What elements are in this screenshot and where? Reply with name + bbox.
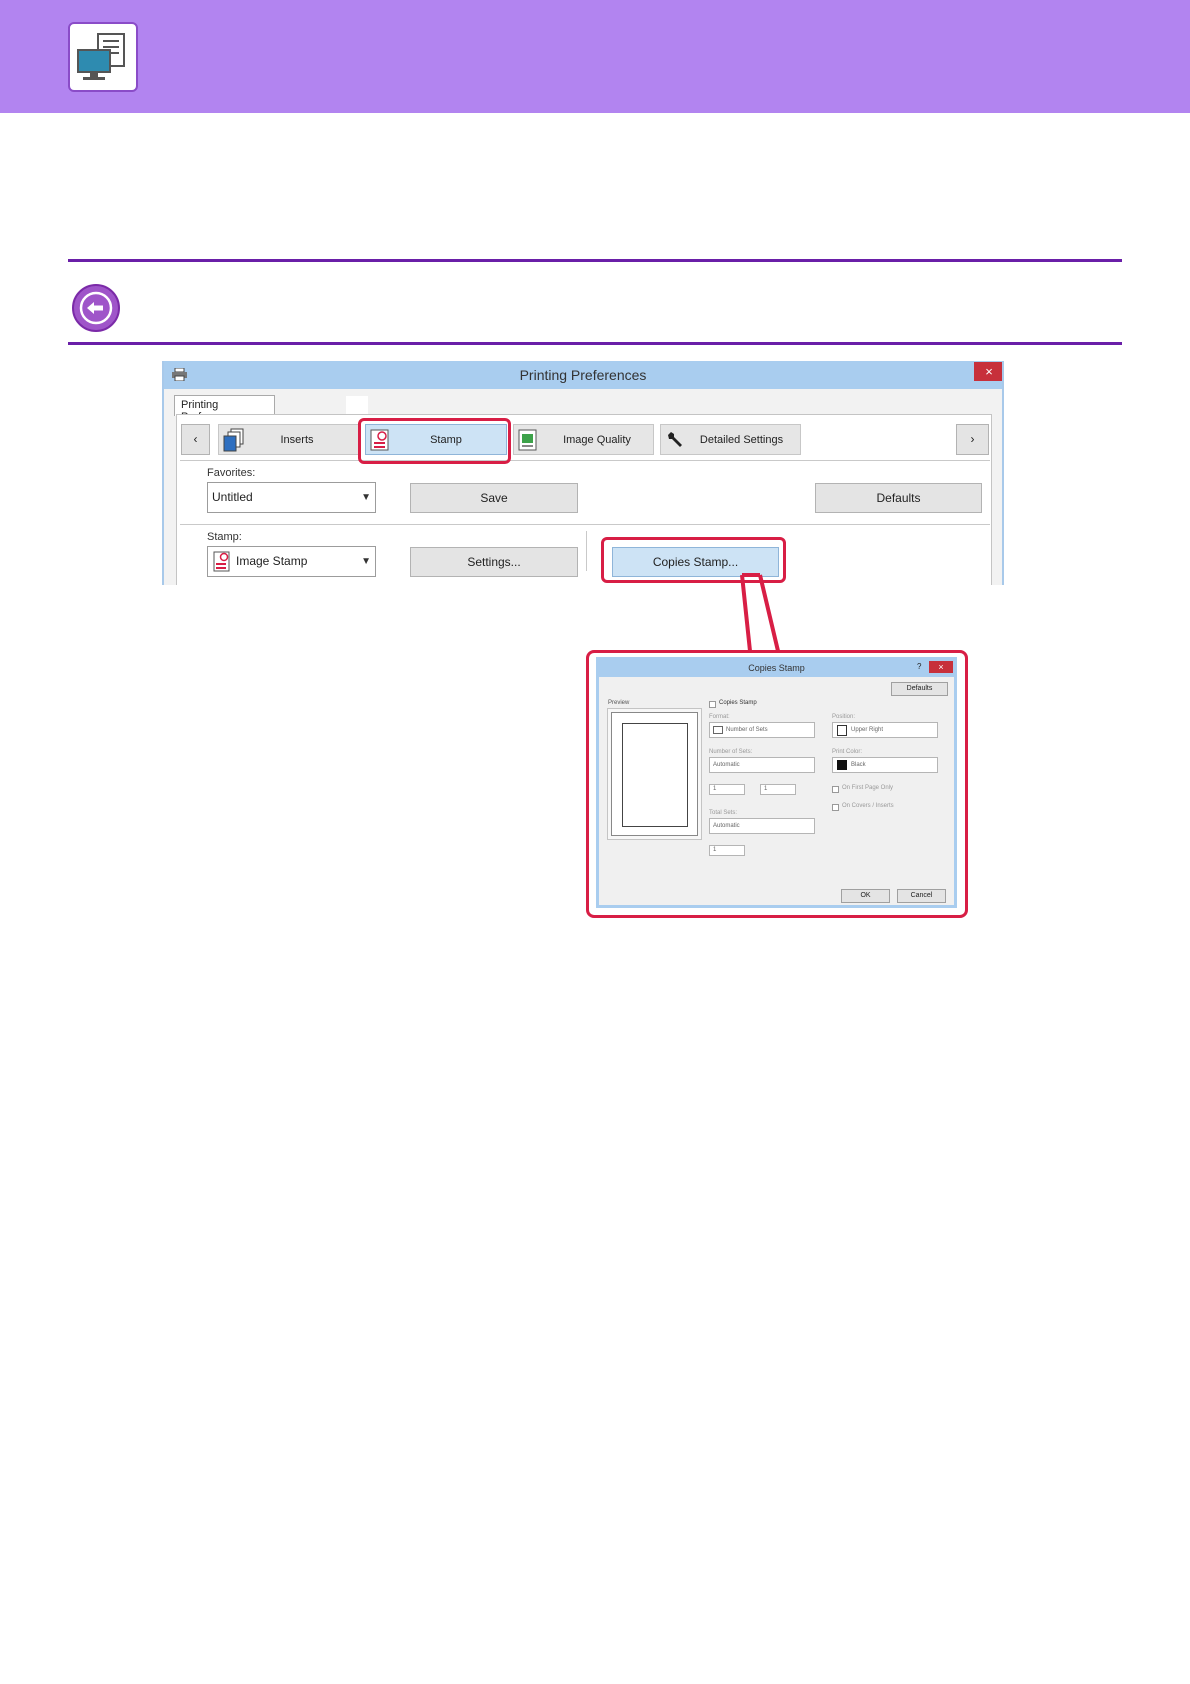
total-sets-field[interactable]: 1	[709, 845, 745, 856]
print-color-select[interactable]: Black	[832, 757, 938, 773]
preview-panel	[607, 708, 702, 840]
total-sets-select[interactable]: Automatic	[709, 818, 815, 834]
position-select[interactable]: Upper Right	[832, 722, 938, 738]
print-color-value: Black	[851, 762, 866, 768]
sub-dialog-title: Copies Stamp	[748, 663, 805, 673]
copies-stamp-checkbox[interactable]	[709, 701, 716, 708]
ok-button[interactable]: OK	[841, 889, 890, 903]
position-value: Upper Right	[851, 727, 884, 733]
on-covers-inserts-label: On Covers / Inserts	[842, 803, 894, 809]
copies-stamp-checkbox-label: Copies Stamp	[719, 700, 757, 706]
first-page-only-label: On First Page Only	[842, 785, 894, 791]
format-label: Format:	[709, 714, 730, 720]
format-icon	[713, 726, 723, 734]
preview-page	[622, 723, 688, 827]
position-label: Position:	[832, 714, 856, 720]
help-button[interactable]: ?	[917, 662, 921, 671]
preview-label: Preview	[608, 700, 630, 706]
on-covers-inserts-checkbox[interactable]	[832, 804, 839, 811]
sets-to-field[interactable]: 1	[760, 784, 796, 795]
sub-defaults-button[interactable]: Defaults	[891, 682, 948, 696]
cancel-button[interactable]: Cancel	[897, 889, 946, 903]
number-of-sets-select[interactable]: Automatic	[709, 757, 815, 773]
sub-close-button[interactable]: ×	[929, 661, 953, 673]
number-of-sets-label: Number of Sets:	[709, 749, 753, 755]
format-select[interactable]: Number of Sets	[709, 722, 815, 738]
total-sets-label: Total Sets:	[709, 810, 738, 816]
format-value: Number of Sets	[726, 727, 768, 733]
page-icon	[837, 725, 847, 736]
color-swatch	[837, 760, 847, 770]
copies-stamp-dialog: Copies Stamp ? × Defaults Preview Copies…	[596, 657, 957, 908]
sets-from-field[interactable]: 1	[709, 784, 745, 795]
first-page-only-checkbox[interactable]	[832, 786, 839, 793]
print-color-label: Print Color:	[832, 749, 863, 755]
